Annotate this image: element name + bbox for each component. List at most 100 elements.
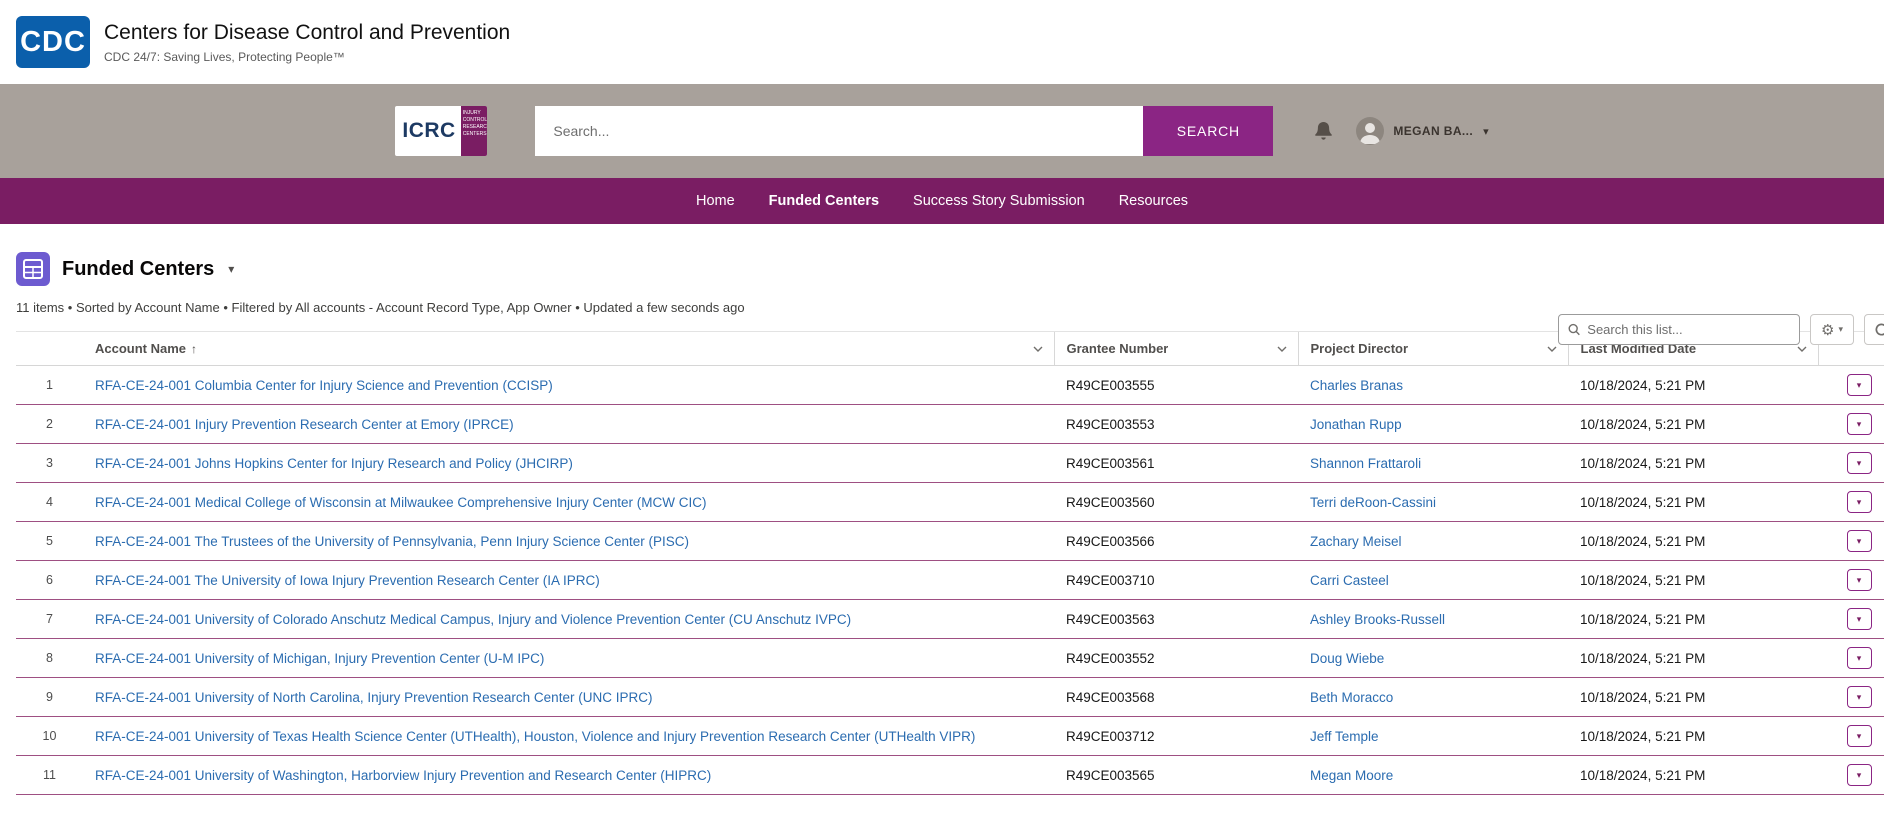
notifications-button[interactable] (1313, 120, 1334, 142)
account-link[interactable]: RFA-CE-24-001 Injury Prevention Research… (95, 417, 514, 432)
row-actions-button[interactable]: ▾ (1847, 413, 1872, 435)
row-actions-button[interactable]: ▾ (1847, 608, 1872, 630)
row-actions-cell: ▾ (1818, 405, 1884, 444)
project-director-link[interactable]: Megan Moore (1310, 768, 1393, 783)
account-link[interactable]: RFA-CE-24-001 University of Texas Health… (95, 729, 975, 744)
cdc-titles: Centers for Disease Control and Preventi… (104, 21, 510, 64)
row-number: 5 (16, 522, 83, 561)
row-actions-button[interactable]: ▾ (1847, 491, 1872, 513)
refresh-button[interactable] (1864, 314, 1884, 345)
project-director-link[interactable]: Shannon Frattaroli (1310, 456, 1421, 471)
nav-item-home[interactable]: Home (679, 193, 752, 209)
project-director-link[interactable]: Doug Wiebe (1310, 651, 1384, 666)
account-name-cell: RFA-CE-24-001 Injury Prevention Research… (83, 405, 1054, 444)
project-director-cell: Charles Branas (1298, 366, 1568, 405)
global-search-box (535, 106, 1143, 156)
chevron-down-icon[interactable] (1276, 343, 1288, 355)
table-row: 11RFA-CE-24-001 University of Washington… (16, 756, 1884, 795)
last-modified-cell: 10/18/2024, 5:21 PM (1568, 717, 1818, 756)
table-row: 9RFA-CE-24-001 University of North Carol… (16, 678, 1884, 717)
row-actions-button[interactable]: ▾ (1847, 530, 1872, 552)
project-director-cell: Beth Moracco (1298, 678, 1568, 717)
chevron-down-icon[interactable] (1032, 343, 1044, 355)
row-actions-cell: ▾ (1818, 600, 1884, 639)
column-header-project-director[interactable]: Project Director (1298, 332, 1568, 366)
row-actions-button[interactable]: ▾ (1847, 374, 1872, 396)
grantee-number-cell: R49CE003710 (1054, 561, 1298, 600)
row-actions-button[interactable]: ▾ (1847, 452, 1872, 474)
project-director-link[interactable]: Terri deRoon-Cassini (1310, 495, 1436, 510)
person-icon (1356, 117, 1384, 145)
account-link[interactable]: RFA-CE-24-001 University of Colorado Ans… (95, 612, 851, 627)
account-name-cell: RFA-CE-24-001 University of North Caroli… (83, 678, 1054, 717)
row-actions-button[interactable]: ▾ (1847, 725, 1872, 747)
chevron-down-icon[interactable] (1546, 343, 1558, 355)
last-modified-cell: 10/18/2024, 5:21 PM (1568, 522, 1818, 561)
grantee-number-cell: R49CE003565 (1054, 756, 1298, 795)
account-link[interactable]: RFA-CE-24-001 University of North Caroli… (95, 690, 652, 705)
table-body: 1RFA-CE-24-001 Columbia Center for Injur… (16, 366, 1884, 795)
project-director-link[interactable]: Zachary Meisel (1310, 534, 1402, 549)
project-director-link[interactable]: Jeff Temple (1310, 729, 1379, 744)
list-search-input[interactable] (1580, 315, 1799, 344)
avatar (1356, 117, 1384, 145)
project-director-link[interactable]: Jonathan Rupp (1310, 417, 1402, 432)
table-row: 2RFA-CE-24-001 Injury Prevention Researc… (16, 405, 1884, 444)
project-director-cell: Shannon Frattaroli (1298, 444, 1568, 483)
project-director-link[interactable]: Ashley Brooks-Russell (1310, 612, 1445, 627)
account-link[interactable]: RFA-CE-24-001 The University of Iowa Inj… (95, 573, 600, 588)
project-director-cell: Megan Moore (1298, 756, 1568, 795)
last-modified-cell: 10/18/2024, 5:21 PM (1568, 444, 1818, 483)
nav-item-success-story-submission[interactable]: Success Story Submission (896, 193, 1102, 209)
project-director-link[interactable]: Carri Casteel (1310, 573, 1389, 588)
account-name-cell: RFA-CE-24-001 University of Texas Health… (83, 717, 1054, 756)
account-name-cell: RFA-CE-24-001 Johns Hopkins Center for I… (83, 444, 1054, 483)
user-menu[interactable]: MEGAN BA... ▾ (1356, 117, 1488, 145)
global-search-button[interactable]: SEARCH (1143, 106, 1273, 156)
table-grid-icon (23, 259, 43, 279)
row-number-column-header (16, 332, 83, 366)
account-link[interactable]: RFA-CE-24-001 The Trustees of the Univer… (95, 534, 689, 549)
list-settings-button[interactable]: ⚙ ▾ (1810, 314, 1854, 345)
project-director-cell: Zachary Meisel (1298, 522, 1568, 561)
account-link[interactable]: RFA-CE-24-001 University of Washington, … (95, 768, 711, 783)
row-actions-button[interactable]: ▾ (1847, 686, 1872, 708)
table-row: 3RFA-CE-24-001 Johns Hopkins Center for … (16, 444, 1884, 483)
global-search-input[interactable] (535, 106, 1143, 156)
row-actions-button[interactable]: ▾ (1847, 764, 1872, 786)
row-actions-cell: ▾ (1818, 366, 1884, 405)
icrc-logo-subtext: INJURY CONTROL RESEARCH CENTERS (461, 106, 488, 156)
chevron-down-icon: ▾ (1857, 731, 1862, 741)
funded-centers-table: Account Name ↑ Grantee Number (16, 331, 1884, 795)
column-header-account-name[interactable]: Account Name ↑ (83, 332, 1054, 366)
list-controls: ⚙ ▾ (1558, 314, 1884, 345)
account-link[interactable]: RFA-CE-24-001 University of Michigan, In… (95, 651, 544, 666)
list-view-region: Funded Centers ▾ 11 items • Sorted by Ac… (0, 252, 1884, 795)
account-link[interactable]: RFA-CE-24-001 Columbia Center for Injury… (95, 378, 553, 393)
account-name-cell: RFA-CE-24-001 The Trustees of the Univer… (83, 522, 1054, 561)
icrc-logo[interactable]: ICRC INJURY CONTROL RESEARCH CENTERS (395, 106, 487, 156)
caret-down-icon: ▾ (1838, 324, 1843, 335)
project-director-link[interactable]: Beth Moracco (1310, 690, 1393, 705)
last-modified-cell: 10/18/2024, 5:21 PM (1568, 366, 1818, 405)
table-row: 7RFA-CE-24-001 University of Colorado An… (16, 600, 1884, 639)
nav-item-resources[interactable]: Resources (1102, 193, 1205, 209)
row-actions-button[interactable]: ▾ (1847, 569, 1872, 591)
user-menu-caret-icon: ▾ (1483, 125, 1489, 138)
account-link[interactable]: RFA-CE-24-001 Johns Hopkins Center for I… (95, 456, 573, 471)
main-nav: Home Funded Centers Success Story Submis… (0, 178, 1884, 224)
nav-item-funded-centers[interactable]: Funded Centers (752, 193, 896, 209)
project-director-link[interactable]: Charles Branas (1310, 378, 1403, 393)
row-actions-button[interactable]: ▾ (1847, 647, 1872, 669)
refresh-icon (1874, 322, 1884, 337)
list-view-selector-caret[interactable]: ▾ (228, 262, 234, 276)
last-modified-cell: 10/18/2024, 5:21 PM (1568, 483, 1818, 522)
project-director-cell: Doug Wiebe (1298, 639, 1568, 678)
account-link[interactable]: RFA-CE-24-001 Medical College of Wiscons… (95, 495, 706, 510)
row-actions-cell: ▾ (1818, 522, 1884, 561)
last-modified-cell: 10/18/2024, 5:21 PM (1568, 561, 1818, 600)
grantee-number-cell: R49CE003566 (1054, 522, 1298, 561)
last-modified-cell: 10/18/2024, 5:21 PM (1568, 639, 1818, 678)
cdc-logo[interactable]: CDC (16, 16, 90, 68)
column-header-grantee-number[interactable]: Grantee Number (1054, 332, 1298, 366)
